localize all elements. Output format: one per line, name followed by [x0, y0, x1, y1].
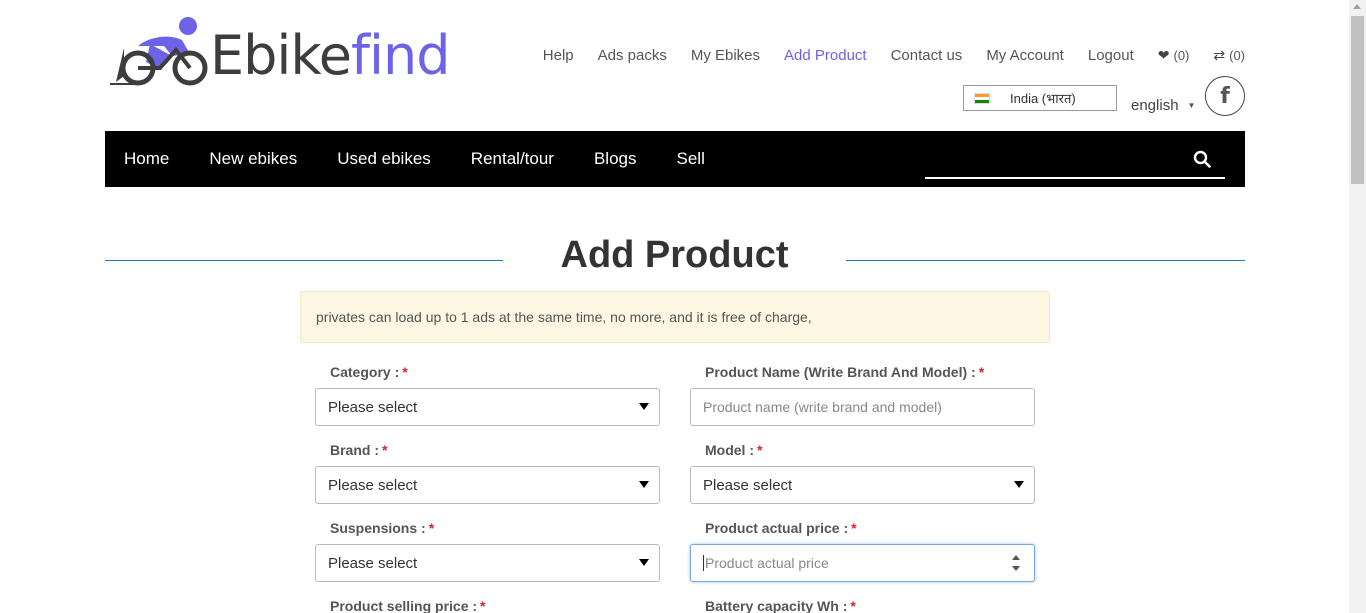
text-cursor — [703, 555, 704, 571]
logo-wordmark: Ebikefind — [210, 24, 451, 87]
dropdown-arrow-icon — [639, 403, 649, 410]
required-mark: * — [382, 442, 388, 458]
mainnav-new-ebikes-link[interactable]: New ebikes — [209, 149, 297, 169]
language-label: english — [1131, 97, 1179, 114]
battery-capacity-field: Battery capacity Wh : * — [690, 596, 1035, 613]
actual-price-placeholder: Product actual price — [705, 555, 829, 571]
mainnav-blogs-link[interactable]: Blogs — [594, 149, 637, 169]
topnav-add-product-link[interactable]: Add Product — [784, 47, 867, 64]
scrollbar-thumb[interactable] — [1351, 16, 1364, 184]
selling-price-label: Product selling price : * — [330, 598, 486, 613]
product-name-field: Product Name (Write Brand And Model) : * … — [690, 362, 1035, 426]
page-scrollbar[interactable] — [1349, 0, 1366, 613]
compare-counter[interactable]: ⇄ (0) — [1213, 47, 1245, 64]
brand-select[interactable]: Please select — [315, 466, 660, 504]
suspensions-selected-value: Please select — [328, 554, 418, 572]
suspensions-label: Suspensions : * — [330, 520, 435, 536]
required-mark: * — [850, 598, 856, 613]
category-label: Category : * — [330, 364, 408, 380]
category-select[interactable]: Please select — [315, 388, 660, 426]
model-label: Model : * — [705, 442, 763, 458]
brand-field: Brand : * Please select — [315, 440, 660, 504]
topnav-contact-us-link[interactable]: Contact us — [891, 47, 963, 64]
topnav-ads-packs-link[interactable]: Ads packs — [598, 47, 667, 64]
suspensions-field: Suspensions : * Please select — [315, 518, 660, 582]
search-icon[interactable] — [1193, 150, 1211, 168]
selling-price-field: Product selling price : * — [315, 596, 660, 613]
language-selector[interactable]: english ▼ — [1131, 97, 1195, 114]
required-mark: * — [757, 442, 763, 458]
logo-word-find: find — [350, 24, 451, 87]
actual-price-input[interactable]: Product actual price — [690, 544, 1035, 582]
page-title: Add Product — [560, 234, 789, 276]
search-box — [925, 141, 1225, 179]
actual-price-field: Product actual price : * Product actual p… — [690, 518, 1035, 582]
site-logo[interactable]: Ebikefind — [110, 16, 460, 90]
title-divider-right — [846, 260, 1245, 261]
actual-price-label: Product actual price : * — [705, 520, 857, 536]
mainnav-home-link[interactable]: Home — [124, 149, 169, 169]
topnav-my-ebikes-link[interactable]: My Ebikes — [691, 47, 760, 64]
model-select[interactable]: Please select — [690, 466, 1035, 504]
top-navigation: Help Ads packs My Ebikes Add Product Con… — [519, 46, 1245, 64]
facebook-letter: f — [1220, 83, 1230, 109]
caret-down-icon: ▼ — [1187, 101, 1196, 110]
product-name-placeholder: Product name (write brand and model) — [703, 399, 942, 415]
spin-down-icon[interactable] — [1012, 566, 1020, 571]
topnav-my-account-link[interactable]: My Account — [986, 47, 1064, 64]
exchange-icon: ⇄ — [1213, 46, 1226, 63]
upload-limit-notice: privates can load up to 1 ads at the sam… — [300, 291, 1050, 343]
brand-label: Brand : * — [330, 442, 388, 458]
battery-capacity-label: Battery capacity Wh : * — [705, 598, 856, 613]
topnav-help-link[interactable]: Help — [543, 47, 574, 64]
required-mark: * — [402, 364, 408, 380]
title-divider-left — [105, 260, 503, 261]
wishlist-counter[interactable]: ❤ (0) — [1158, 47, 1190, 64]
product-name-input[interactable]: Product name (write brand and model) — [690, 388, 1035, 426]
main-nav-items: Home New ebikes Used ebikes Rental/tour … — [124, 131, 745, 187]
country-name: India (भारत) — [1010, 91, 1076, 106]
number-spinner[interactable] — [1010, 555, 1022, 571]
dropdown-arrow-icon — [1014, 481, 1024, 488]
mainnav-sell-link[interactable]: Sell — [677, 149, 705, 169]
suspensions-select[interactable]: Please select — [315, 544, 660, 582]
model-selected-value: Please select — [703, 476, 793, 494]
facebook-icon[interactable]: f — [1205, 76, 1245, 116]
main-navigation-bar: Home New ebikes Used ebikes Rental/tour … — [105, 131, 1245, 187]
brand-selected-value: Please select — [328, 476, 418, 494]
wishlist-count: (0) — [1173, 47, 1190, 63]
mainnav-rental-tour-link[interactable]: Rental/tour — [471, 149, 554, 169]
dropdown-arrow-icon — [639, 481, 649, 488]
scroll-up-icon[interactable] — [1353, 4, 1361, 9]
india-flag-icon — [974, 92, 990, 104]
category-field: Category : * Please select — [315, 362, 660, 426]
country-selector[interactable]: India (भारत) — [963, 85, 1117, 111]
heart-icon: ❤ — [1157, 46, 1170, 63]
notice-text: privates can load up to 1 ads at the sam… — [316, 309, 812, 325]
ebike-rider-icon — [110, 17, 208, 86]
logo-word-ebike: Ebike — [210, 24, 352, 87]
topnav-logout-link[interactable]: Logout — [1088, 47, 1134, 64]
compare-count: (0) — [1229, 47, 1245, 63]
mainnav-used-ebikes-link[interactable]: Used ebikes — [337, 149, 431, 169]
search-input[interactable] — [925, 141, 1185, 175]
required-mark: * — [428, 520, 435, 536]
category-selected-value: Please select — [328, 398, 418, 416]
product-name-label: Product Name (Write Brand And Model) : * — [705, 364, 985, 380]
required-mark: * — [978, 364, 985, 380]
required-mark: * — [851, 520, 857, 536]
model-field: Model : * Please select — [690, 440, 1035, 504]
dropdown-arrow-icon — [639, 559, 649, 566]
required-mark: * — [480, 598, 486, 613]
spin-up-icon[interactable] — [1012, 555, 1020, 560]
